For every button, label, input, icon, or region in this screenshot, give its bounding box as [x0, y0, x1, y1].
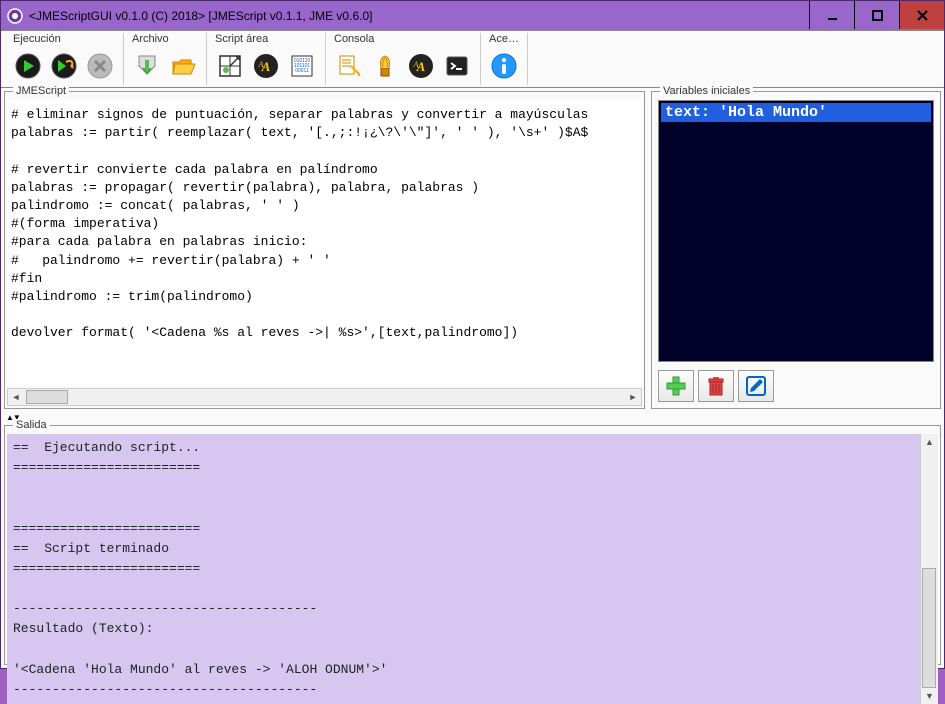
toolbar-group-archivo: Archivo: [124, 33, 207, 85]
stop-button[interactable]: [83, 49, 117, 83]
svg-text:A: A: [413, 60, 419, 69]
run-step-button[interactable]: [47, 49, 81, 83]
variables-list[interactable]: text: 'Hola Mundo': [658, 100, 934, 362]
info-button[interactable]: [487, 49, 521, 83]
svg-text:A: A: [258, 60, 264, 69]
splitter[interactable]: ▲▼: [4, 412, 941, 422]
font-button[interactable]: AA: [249, 49, 283, 83]
scroll-right-arrow[interactable]: ►: [625, 389, 641, 405]
close-button[interactable]: [899, 1, 944, 29]
content-area: JMEScript # eliminar signos de puntuació…: [1, 88, 944, 668]
toolbar-group-script-area: Script área AA 01011010110100011: [207, 33, 326, 85]
main-window: <JMEScriptGUI v0.1.0 (C) 2018> [JMEScrip…: [0, 0, 945, 669]
group-label-ejecucion: Ejecución: [11, 33, 117, 47]
variable-item[interactable]: text: 'Hola Mundo': [661, 103, 931, 122]
clear-button[interactable]: [368, 49, 402, 83]
toolbar-group-ejecucion: Ejecución: [5, 33, 124, 85]
toolbar: Ejecución Archivo Script área AA 0101101…: [1, 30, 944, 88]
output-text[interactable]: == Ejecutando script... ================…: [7, 434, 920, 704]
svg-text:00011: 00011: [295, 68, 309, 74]
console-copy-button[interactable]: [332, 49, 366, 83]
output-panel: Salida == Ejecutando script... =========…: [4, 425, 941, 665]
variables-panel: Variables iniciales text: 'Hola Mundo': [651, 91, 941, 409]
add-variable-button[interactable]: [658, 370, 694, 402]
variables-panel-title: Variables iniciales: [660, 85, 753, 97]
scroll-thumb[interactable]: [26, 390, 68, 404]
run-button[interactable]: [11, 49, 45, 83]
scroll-up-arrow[interactable]: ▲: [922, 434, 938, 450]
toolbar-group-ace: Ace…: [481, 33, 528, 85]
window-title: <JMEScriptGUI v0.1.0 (C) 2018> [JMEScrip…: [29, 9, 809, 23]
group-label-ace: Ace…: [487, 33, 521, 47]
output-vertical-scrollbar[interactable]: ▲ ▼: [920, 434, 938, 704]
toolbar-group-consola: Consola AA: [326, 33, 481, 85]
app-icon: [7, 8, 23, 24]
scroll-down-arrow[interactable]: ▼: [922, 688, 938, 704]
save-button[interactable]: [130, 49, 164, 83]
terminal-button[interactable]: [440, 49, 474, 83]
group-label-consola: Consola: [332, 33, 474, 47]
titlebar[interactable]: <JMEScriptGUI v0.1.0 (C) 2018> [JMEScrip…: [1, 1, 944, 30]
scroll-thumb-v[interactable]: [922, 568, 936, 688]
binary-button[interactable]: 01011010110100011: [285, 49, 319, 83]
script-tool-1-button[interactable]: [213, 49, 247, 83]
script-panel-title: JMEScript: [13, 85, 69, 97]
script-editor[interactable]: # eliminar signos de puntuación, separar…: [7, 100, 642, 386]
edit-variable-button[interactable]: [738, 370, 774, 402]
console-font-button[interactable]: AA: [404, 49, 438, 83]
script-horizontal-scrollbar[interactable]: ◄ ►: [7, 388, 642, 406]
minimize-button[interactable]: [809, 1, 854, 29]
output-panel-title: Salida: [13, 419, 50, 431]
delete-variable-button[interactable]: [698, 370, 734, 402]
group-label-script-area: Script área: [213, 33, 319, 47]
maximize-button[interactable]: [854, 1, 899, 29]
scroll-left-arrow[interactable]: ◄: [8, 389, 24, 405]
script-panel: JMEScript # eliminar signos de puntuació…: [4, 91, 645, 409]
group-label-archivo: Archivo: [130, 33, 200, 47]
open-button[interactable]: [166, 49, 200, 83]
